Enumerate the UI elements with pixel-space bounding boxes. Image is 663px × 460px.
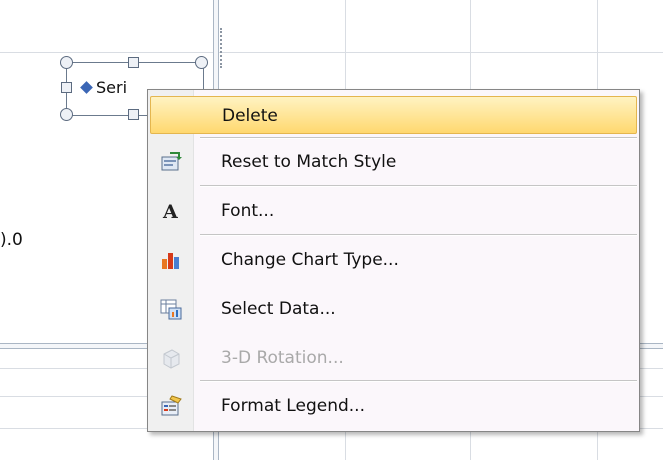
reset-style-icon xyxy=(161,152,182,171)
menu-separator xyxy=(200,234,637,236)
menu-item-label: Format Legend... xyxy=(221,396,365,416)
menu-item-label: Select Data... xyxy=(221,299,336,319)
rotation-3d-icon xyxy=(163,349,180,369)
menu-item-change-chart-type[interactable]: Change Chart Type... xyxy=(150,241,637,279)
menu-item-label: 3-D Rotation... xyxy=(221,348,344,368)
menu-item-label: Change Chart Type... xyxy=(221,250,399,270)
menu-item-format-legend[interactable]: Format Legend... xyxy=(150,387,637,425)
menu-item-select-data[interactable]: Select Data... xyxy=(150,290,637,328)
resize-handle-left[interactable] xyxy=(61,82,72,93)
menu-item-delete[interactable]: Delete xyxy=(150,96,637,134)
menu-item-reset-to-match-style[interactable]: Reset to Match Style xyxy=(150,143,637,181)
context-menu: Delete Reset to Match Style A Font... Ch… xyxy=(147,89,640,432)
format-legend-icon xyxy=(161,395,182,416)
menu-separator xyxy=(200,137,637,139)
legend-resize-grip[interactable] xyxy=(220,28,224,68)
svg-text:A: A xyxy=(162,201,178,222)
menu-item-label: Delete xyxy=(222,106,278,126)
select-data-icon xyxy=(160,299,182,320)
menu-item-label: Reset to Match Style xyxy=(221,152,397,172)
resize-handle-top[interactable] xyxy=(128,57,139,68)
menu-item-label: Font... xyxy=(221,201,275,221)
menu-item-3d-rotation[interactable]: 3-D Rotation... xyxy=(150,339,637,377)
resize-handle-bottom[interactable] xyxy=(128,109,139,120)
menu-separator xyxy=(200,185,637,187)
grid-line xyxy=(0,52,663,53)
resize-handle-top-right[interactable] xyxy=(195,56,208,69)
legend-entry-label: Seri xyxy=(96,78,128,97)
menu-separator xyxy=(200,380,637,382)
chart-type-icon xyxy=(162,253,179,269)
font-icon: A xyxy=(162,201,178,222)
resize-handle-top-left[interactable] xyxy=(60,56,73,69)
resize-handle-bottom-left[interactable] xyxy=(60,108,73,121)
axis-tick-label: ).0 xyxy=(0,230,23,250)
menu-item-font[interactable]: A Font... xyxy=(150,192,637,230)
